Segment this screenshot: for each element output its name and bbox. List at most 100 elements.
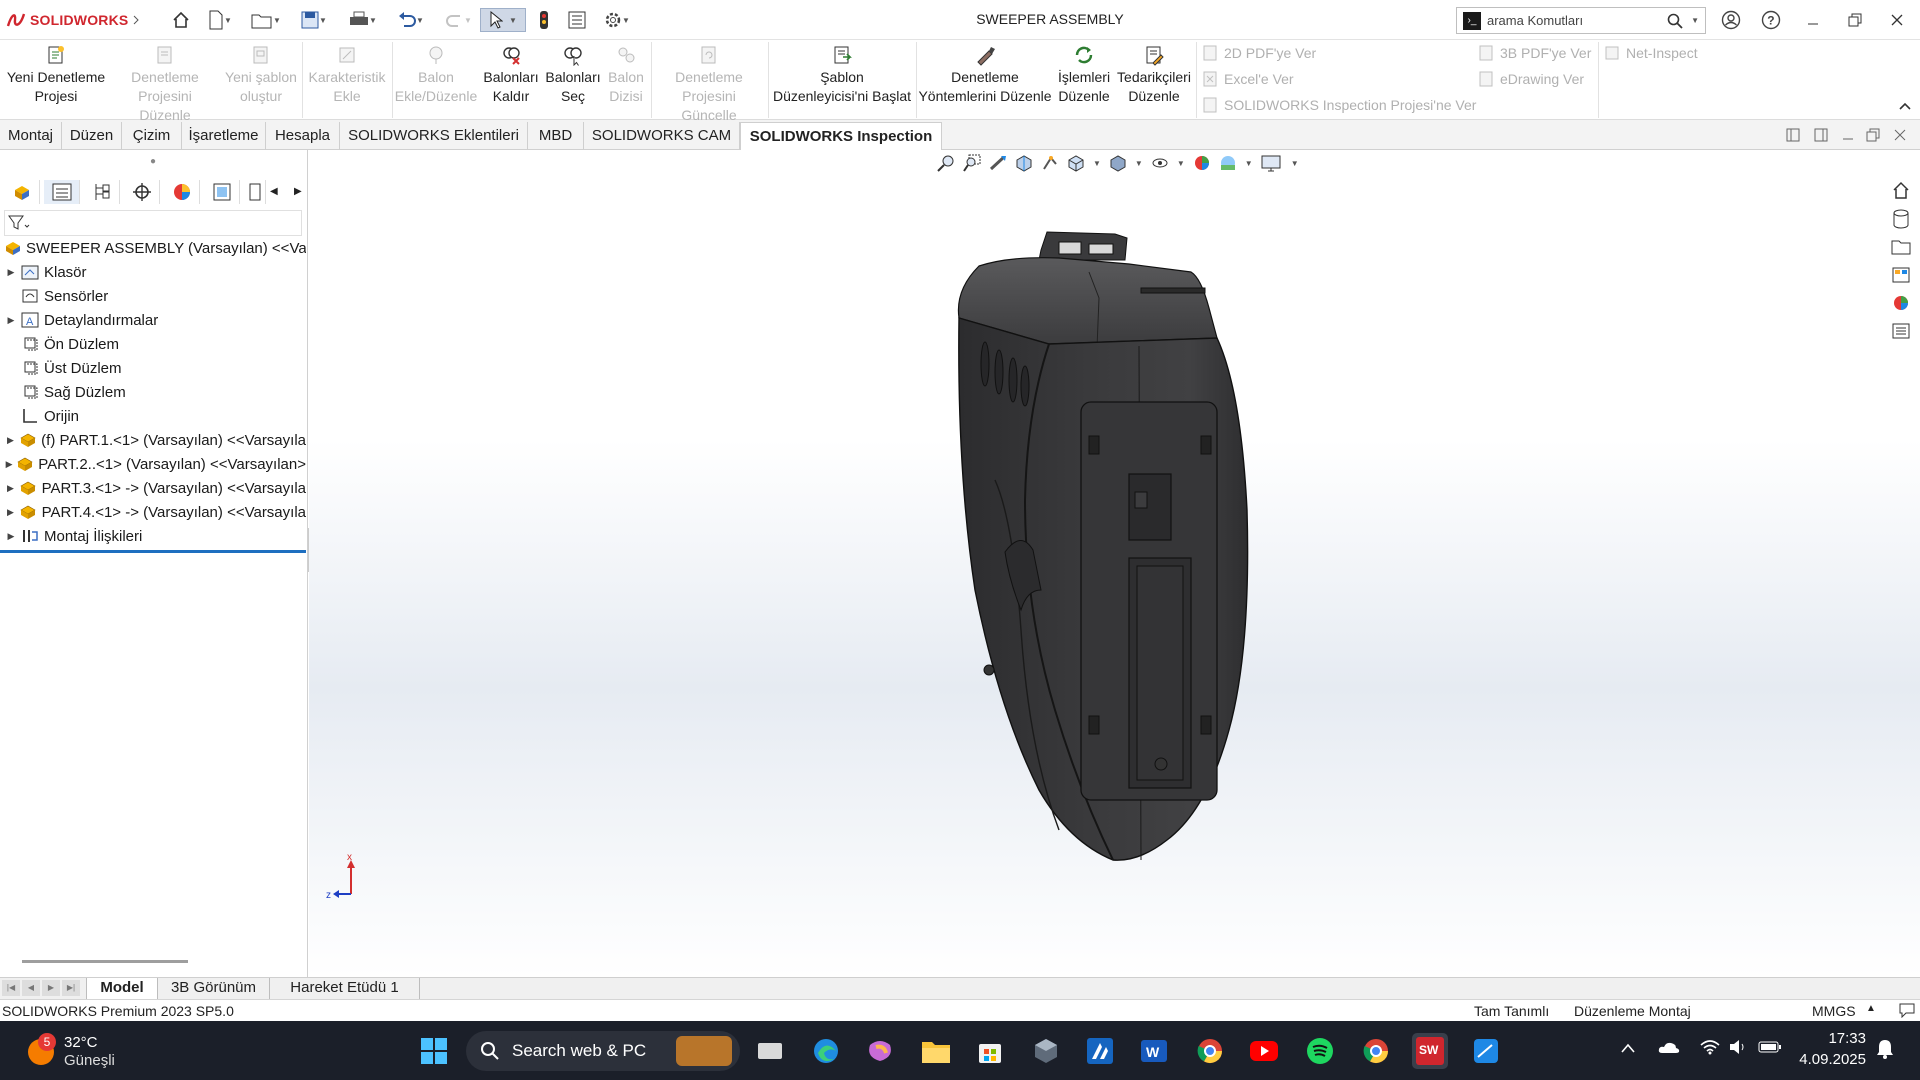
display-style-icon[interactable] (1109, 154, 1127, 172)
minimize-icon[interactable] (1800, 8, 1826, 32)
home-icon[interactable] (168, 8, 194, 32)
copilot-icon[interactable] (862, 1033, 898, 1069)
configurationmanager-tab-icon[interactable] (84, 180, 120, 204)
last-tab-icon[interactable]: ▶| (62, 980, 80, 996)
expand-arrow-icon[interactable]: ▶ (4, 459, 14, 470)
tree-item-part-3-1-varsayılan-varsayıla[interactable]: ▶ PART.3.<1> -> (Varsayılan) <<Varsayıla (4, 476, 306, 500)
taskbar-search-box[interactable]: Search web & PC (466, 1031, 740, 1071)
wifi-icon[interactable] (1700, 1039, 1720, 1058)
start-button[interactable] (416, 1033, 452, 1069)
appearances-icon[interactable] (1891, 292, 1911, 314)
new-document-icon[interactable]: ▼ (204, 8, 236, 32)
tabs-scroll-left-icon[interactable]: ◀ (270, 186, 278, 197)
doc-restore-icon[interactable] (1866, 128, 1880, 145)
export-3d-pdf-button[interactable]: 3B PDF'ye Ver (1478, 45, 1591, 61)
tab-cizim[interactable]: Çizim (122, 122, 182, 150)
prev-tab-icon[interactable]: ◀ (22, 980, 40, 996)
hide-show-dropdown-icon[interactable]: ▼ (1177, 159, 1185, 168)
next-tab-icon[interactable]: ▶ (42, 980, 60, 996)
tooltip-bubble-icon[interactable] (1898, 1002, 1916, 1018)
tab-3d-view[interactable]: 3B Görünüm (158, 978, 270, 999)
select-icon[interactable]: ▼ (480, 8, 526, 32)
previous-view-icon[interactable] (989, 154, 1007, 172)
apply-scene-icon[interactable] (1219, 154, 1237, 172)
clock-date[interactable]: 4.09.2025 (1792, 1051, 1866, 1068)
microsoft-store-icon[interactable] (972, 1033, 1008, 1069)
rebuild-icon[interactable] (532, 8, 556, 32)
tree-item-klasör[interactable]: ▶ Klasör (4, 260, 306, 284)
tab-solidworks-eklentileri[interactable]: SOLIDWORKS Eklentileri (340, 122, 528, 150)
custom-properties-icon[interactable] (1891, 320, 1911, 342)
unit-system-selector[interactable]: MMGS (1812, 1003, 1856, 1019)
hidden-icons-chevron-icon[interactable] (1620, 1041, 1636, 1057)
tab-hesapla[interactable]: Hesapla (266, 122, 340, 150)
tab-montaj[interactable]: Montaj (0, 122, 62, 150)
edit-operations-button[interactable]: İşlemleri Düzenle (1054, 44, 1114, 106)
tree-item-orijin[interactable]: Orijin (4, 404, 306, 428)
volume-icon[interactable] (1728, 1039, 1748, 1058)
close-icon[interactable] (1884, 8, 1910, 32)
snipping-tool-icon[interactable] (1468, 1033, 1504, 1069)
tree-item-üst-düzlem[interactable]: Üst Düzlem (4, 356, 306, 380)
search-input[interactable]: arama Komutları (1487, 13, 1583, 28)
tree-item-sensörler[interactable]: Sensörler (4, 284, 306, 308)
solidworks-resources-icon[interactable] (1891, 180, 1911, 202)
update-inspection-project-button[interactable]: Denetleme Projesini Güncelle (653, 44, 765, 125)
tree-filter-box[interactable] (4, 210, 302, 236)
view-orientation-icon[interactable] (1067, 154, 1085, 172)
launch-template-editor-button[interactable]: Şablon Düzenleyicisi'ni Başlat (772, 44, 912, 106)
edge-icon[interactable] (808, 1033, 844, 1069)
featuremanager-tab-icon[interactable] (4, 180, 40, 204)
file-explorer-icon[interactable] (1891, 236, 1911, 258)
tab-solidworks-cam[interactable]: SOLIDWORKS CAM (584, 122, 740, 150)
undo-icon[interactable]: ▼ (392, 8, 430, 32)
search-icon[interactable] (1667, 13, 1683, 29)
weather-widget[interactable]: 5 32°C Güneşli (24, 1033, 154, 1069)
view-settings-dropdown-icon[interactable]: ▼ (1291, 159, 1299, 168)
new-inspection-project-button[interactable]: Yeni Denetleme Projesi (4, 44, 108, 106)
tree-item-sağ-düzlem[interactable]: Sağ Düzlem (4, 380, 306, 404)
section-view-icon[interactable] (1015, 154, 1033, 172)
export-edrawing-button[interactable]: eDrawing Ver (1478, 71, 1584, 87)
edit-vendors-button[interactable]: Tedarikçileri Düzenle (1116, 44, 1192, 106)
display-manager-tab-icon[interactable] (164, 180, 200, 204)
hide-show-items-icon[interactable] (1151, 154, 1169, 172)
restore-icon[interactable] (1842, 8, 1868, 32)
view-orientation-dropdown-icon[interactable]: ▼ (1093, 159, 1101, 168)
notifications-bell-icon[interactable] (1876, 1039, 1894, 1062)
doc-minimize-icon[interactable] (1842, 128, 1854, 144)
tab-duzen[interactable]: Düzen (62, 122, 122, 150)
tree-item-f-part-1-1-varsayılan-varsayıla[interactable]: ▶ (f) PART.1.<1> (Varsayılan) <<Varsayıla (4, 428, 306, 452)
add-characteristic-button[interactable]: Karakteristik Ekle (304, 44, 390, 106)
tab-model[interactable]: Model (86, 978, 158, 999)
chrome-profile-icon[interactable] (1358, 1033, 1394, 1069)
apply-scene-dropdown-icon[interactable]: ▼ (1245, 159, 1253, 168)
youtube-icon[interactable] (1246, 1033, 1282, 1069)
edit-inspection-project-button[interactable]: Denetleme Projesini Düzenle (112, 44, 218, 125)
edit-inspection-methods-button[interactable]: Denetleme Yöntemlerini Düzenle (918, 44, 1052, 106)
collapse-ribbon-icon[interactable] (1898, 98, 1912, 114)
rollback-bar[interactable] (0, 550, 306, 553)
tab-isaretleme[interactable]: İşaretleme (182, 122, 266, 150)
zoom-to-fit-icon[interactable] (937, 154, 955, 172)
chrome-icon[interactable] (1192, 1033, 1228, 1069)
panel-grip-icon[interactable]: ● (150, 156, 156, 167)
tree-item-detaylandırmalar[interactable]: ▶ A Detaylandırmalar (4, 308, 306, 332)
battery-icon[interactable] (1758, 1040, 1782, 1057)
expand-arrow-icon[interactable]: ▶ (4, 531, 18, 542)
dynamic-annotation-icon[interactable] (1041, 154, 1059, 172)
dimxpert-tab-icon[interactable] (124, 180, 160, 204)
task-view-icon[interactable] (752, 1033, 788, 1069)
expand-arrow-icon[interactable]: ▶ (4, 483, 17, 494)
3d-app-icon[interactable] (1028, 1033, 1064, 1069)
net-inspect-button[interactable]: Net-Inspect (1604, 45, 1698, 61)
display-style-dropdown-icon[interactable]: ▼ (1135, 159, 1143, 168)
export-sw-inspection-project-button[interactable]: SOLIDWORKS Inspection Projesi'ne Ver (1202, 97, 1476, 113)
tabs-scroll-right-icon[interactable]: ▶ (294, 186, 302, 197)
viewport-split-icon[interactable] (1814, 128, 1828, 145)
tree-item-part-4-1-varsayılan-varsayıla[interactable]: ▶ PART.4.<1> -> (Varsayılan) <<Varsayıla (4, 500, 306, 524)
expand-arrow-icon[interactable]: ▶ (4, 267, 18, 278)
graphics-area[interactable]: ▼ ▼ ▼ ▼ ▼ x z (309, 150, 1920, 977)
spotify-icon[interactable] (1302, 1033, 1338, 1069)
new-template-button[interactable]: Yeni şablon oluştur (222, 44, 300, 106)
